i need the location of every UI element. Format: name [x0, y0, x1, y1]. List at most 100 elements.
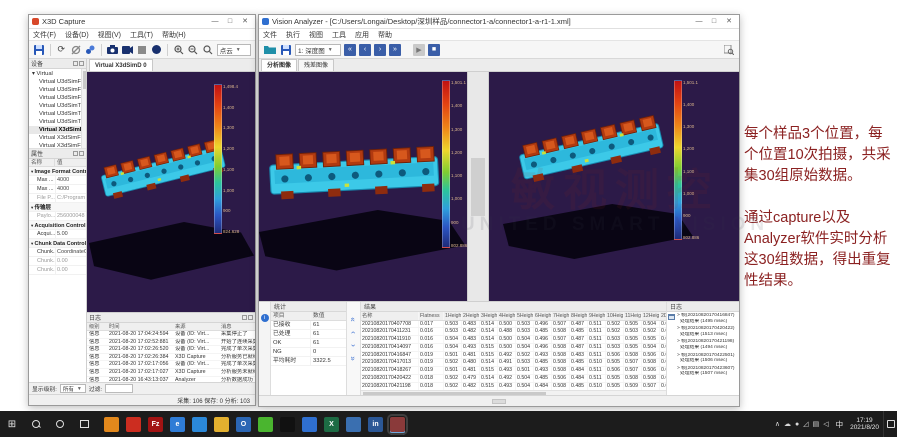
close-panel-icon[interactable]: [248, 315, 253, 320]
view-splitter-scrollbar[interactable]: [467, 72, 489, 301]
results-row[interactable]: 202108201704119100.0160.5040.4830.5140.5…: [361, 336, 666, 344]
taskbar-app-icon[interactable]: [258, 417, 273, 432]
disconnect-icon[interactable]: [70, 43, 82, 56]
stats-row[interactable]: 已处理61: [271, 330, 346, 339]
property-grid[interactable]: Image Format Control Max ... 4000 Max ..…: [29, 167, 86, 382]
zoom-out-icon[interactable]: [188, 43, 200, 56]
stop-button[interactable]: ■: [428, 44, 440, 56]
tray-icon[interactable]: ●: [795, 421, 799, 428]
refresh-icon[interactable]: ⟳: [55, 43, 67, 56]
taskbar-app-icon[interactable]: X: [324, 417, 339, 432]
menu-item[interactable]: 工具(T): [130, 30, 153, 40]
stats-row[interactable]: 已接收61: [271, 321, 346, 330]
frame-nav-button[interactable]: «: [344, 44, 356, 56]
property-row[interactable]: Chunk... CoordinateC: [29, 248, 86, 257]
frame-nav-button[interactable]: ‹: [359, 44, 371, 56]
property-row[interactable]: Chunk... 0.00: [29, 257, 86, 266]
frame-nav-button[interactable]: ›: [374, 44, 386, 56]
view-mode-dropdown[interactable]: 点云▼: [217, 44, 251, 56]
results-row[interactable]: 202108201704077080.0170.5030.4830.5140.5…: [361, 321, 666, 329]
taskbar-app-icon[interactable]: [192, 417, 207, 432]
snapshot-camera-icon[interactable]: [107, 43, 119, 56]
start-button[interactable]: ⊞: [0, 411, 24, 437]
taskbar-clock[interactable]: 17:19 2021/8/20: [846, 417, 883, 432]
analyzer-log[interactable]: > 帧(20210820170416847) 处理结果 (1495 msec) …: [667, 312, 739, 395]
results-row[interactable]: 202108201704170130.0190.5020.4800.5140.4…: [361, 359, 666, 367]
save-icon[interactable]: [279, 43, 292, 56]
taskbar-app-icon[interactable]: Fz: [148, 417, 163, 432]
analyzer-tab[interactable]: 残差图像: [298, 59, 334, 71]
zoom-in-icon[interactable]: [173, 43, 185, 56]
menu-item[interactable]: 文件: [263, 30, 277, 40]
results-hscrollbar[interactable]: [361, 390, 666, 395]
log-row[interactable]: 信息2021-08-20 17:04:24:594设备 (ID: Virt...…: [87, 331, 255, 339]
connect-icon[interactable]: [85, 43, 97, 56]
tray-icon[interactable]: ◿: [803, 420, 808, 428]
property-row[interactable]: File P... C:/Program Fil...: [29, 194, 86, 203]
pin-icon[interactable]: [73, 61, 78, 66]
input-method-indicator[interactable]: 中: [833, 419, 847, 430]
taskbar-app-icon[interactable]: in: [368, 417, 383, 432]
nav-arrow-button[interactable]: ‹: [350, 331, 357, 334]
results-row[interactable]: 202108201704112310.0160.5030.4820.5140.4…: [361, 328, 666, 336]
property-row[interactable]: Acqui... 5.00: [29, 230, 86, 239]
log-row[interactable]: 信息2021-08-20 17:02:26:384X3D Capture分析服务…: [87, 354, 255, 362]
property-row[interactable]: Chunk Data Control: [29, 239, 86, 248]
pin-icon[interactable]: [73, 151, 78, 156]
analyzer-tab[interactable]: 分析图像: [261, 59, 297, 71]
tree-item[interactable]: Virtual U3dSimT 0: [29, 102, 86, 110]
results-row[interactable]: 202108201704168470.0190.5010.4810.5150.4…: [361, 352, 666, 360]
capture-3d-viewport[interactable]: 1,498.41,4001,3001,2001,1001,000900824.6…: [87, 72, 255, 312]
tree-item[interactable]: Virtual U3dSimT 1: [29, 110, 86, 118]
log-row[interactable]: 信息2021-08-20 17:02:52:881设备 (ID: Virt...…: [87, 339, 255, 347]
close-panel-icon[interactable]: [79, 151, 84, 156]
device-tree[interactable]: ▾ Virtual Virtual U3dSimF 0Virtual U3dSi…: [29, 69, 86, 149]
analyzer-3d-view-left[interactable]: 1,501.11,4001,3001,2001,1001,000900802.8…: [259, 72, 467, 301]
tray-icon[interactable]: ∧: [775, 420, 780, 428]
property-row[interactable]: Acquisition Control: [29, 221, 86, 230]
results-row[interactable]: 202108201704140970.0160.5040.4930.5150.5…: [361, 344, 666, 352]
tree-scrollbar[interactable]: [81, 69, 86, 148]
property-row[interactable]: Image Format Control: [29, 167, 86, 176]
taskbar-app-icon[interactable]: e: [170, 417, 185, 432]
capture-titlebar[interactable]: X3D Capture — □ ✕: [29, 15, 255, 29]
filter-input[interactable]: [105, 384, 133, 393]
tree-item[interactable]: Virtual U3dSimF 1: [29, 86, 86, 94]
menu-item[interactable]: 设备(D): [65, 30, 89, 40]
search-export-icon[interactable]: [722, 43, 735, 56]
run-button[interactable]: ▶: [413, 44, 425, 56]
zoom-fit-icon[interactable]: [202, 43, 214, 56]
taskbar-app-icon[interactable]: [346, 417, 361, 432]
frame-nav-button[interactable]: »: [389, 44, 401, 56]
tree-item[interactable]: Virtual X3dSimD 0: [29, 126, 86, 134]
search-icon[interactable]: [24, 411, 48, 437]
nav-arrow-button[interactable]: «: [350, 317, 357, 321]
stats-row[interactable]: OK61: [271, 339, 346, 348]
stats-table[interactable]: 已接收61已处理61OK61NG0平均耗时3322.5: [271, 321, 346, 366]
results-row[interactable]: 202108201704211980.0180.5020.4820.5150.4…: [361, 383, 666, 390]
stats-row[interactable]: 平均耗时3322.5: [271, 357, 346, 366]
notification-center-icon[interactable]: [883, 411, 897, 437]
tree-item[interactable]: Virtual U3dSimF 2: [29, 94, 86, 102]
close-button[interactable]: ✕: [238, 16, 252, 27]
tree-item[interactable]: Virtual X3dSimF 0: [29, 134, 86, 142]
property-row[interactable]: Max ... 4000: [29, 176, 86, 185]
tray-icon[interactable]: ▤: [813, 420, 820, 428]
tray-icon[interactable]: ◁: [823, 420, 828, 428]
log-row[interactable]: 信息2021-08-20 17:02:17:027X3D Capture分析服务…: [87, 369, 255, 377]
pin-icon[interactable]: [242, 315, 247, 320]
taskbar-app-icon[interactable]: [104, 417, 119, 432]
nav-arrow-button[interactable]: ›: [350, 344, 357, 347]
results-row[interactable]: 202108201704204220.0180.5020.4790.5140.4…: [361, 375, 666, 383]
menu-item[interactable]: 视图(V): [98, 30, 121, 40]
printer-icon[interactable]: [668, 314, 675, 320]
stats-info-icon[interactable]: i: [261, 314, 269, 322]
log-row[interactable]: 信息2021-08-20 17:02:17:056设备 (ID: Virt...…: [87, 361, 255, 369]
stop-acquisition-icon[interactable]: [136, 43, 148, 56]
menu-item[interactable]: 帮助(H): [162, 30, 186, 40]
tray-icon[interactable]: ☁: [784, 420, 791, 428]
display-level-dropdown[interactable]: 所有▼: [60, 384, 86, 393]
close-panel-icon[interactable]: [79, 61, 84, 66]
nav-arrow-button[interactable]: »: [350, 356, 357, 360]
taskbar-app-icon[interactable]: O: [236, 417, 251, 432]
